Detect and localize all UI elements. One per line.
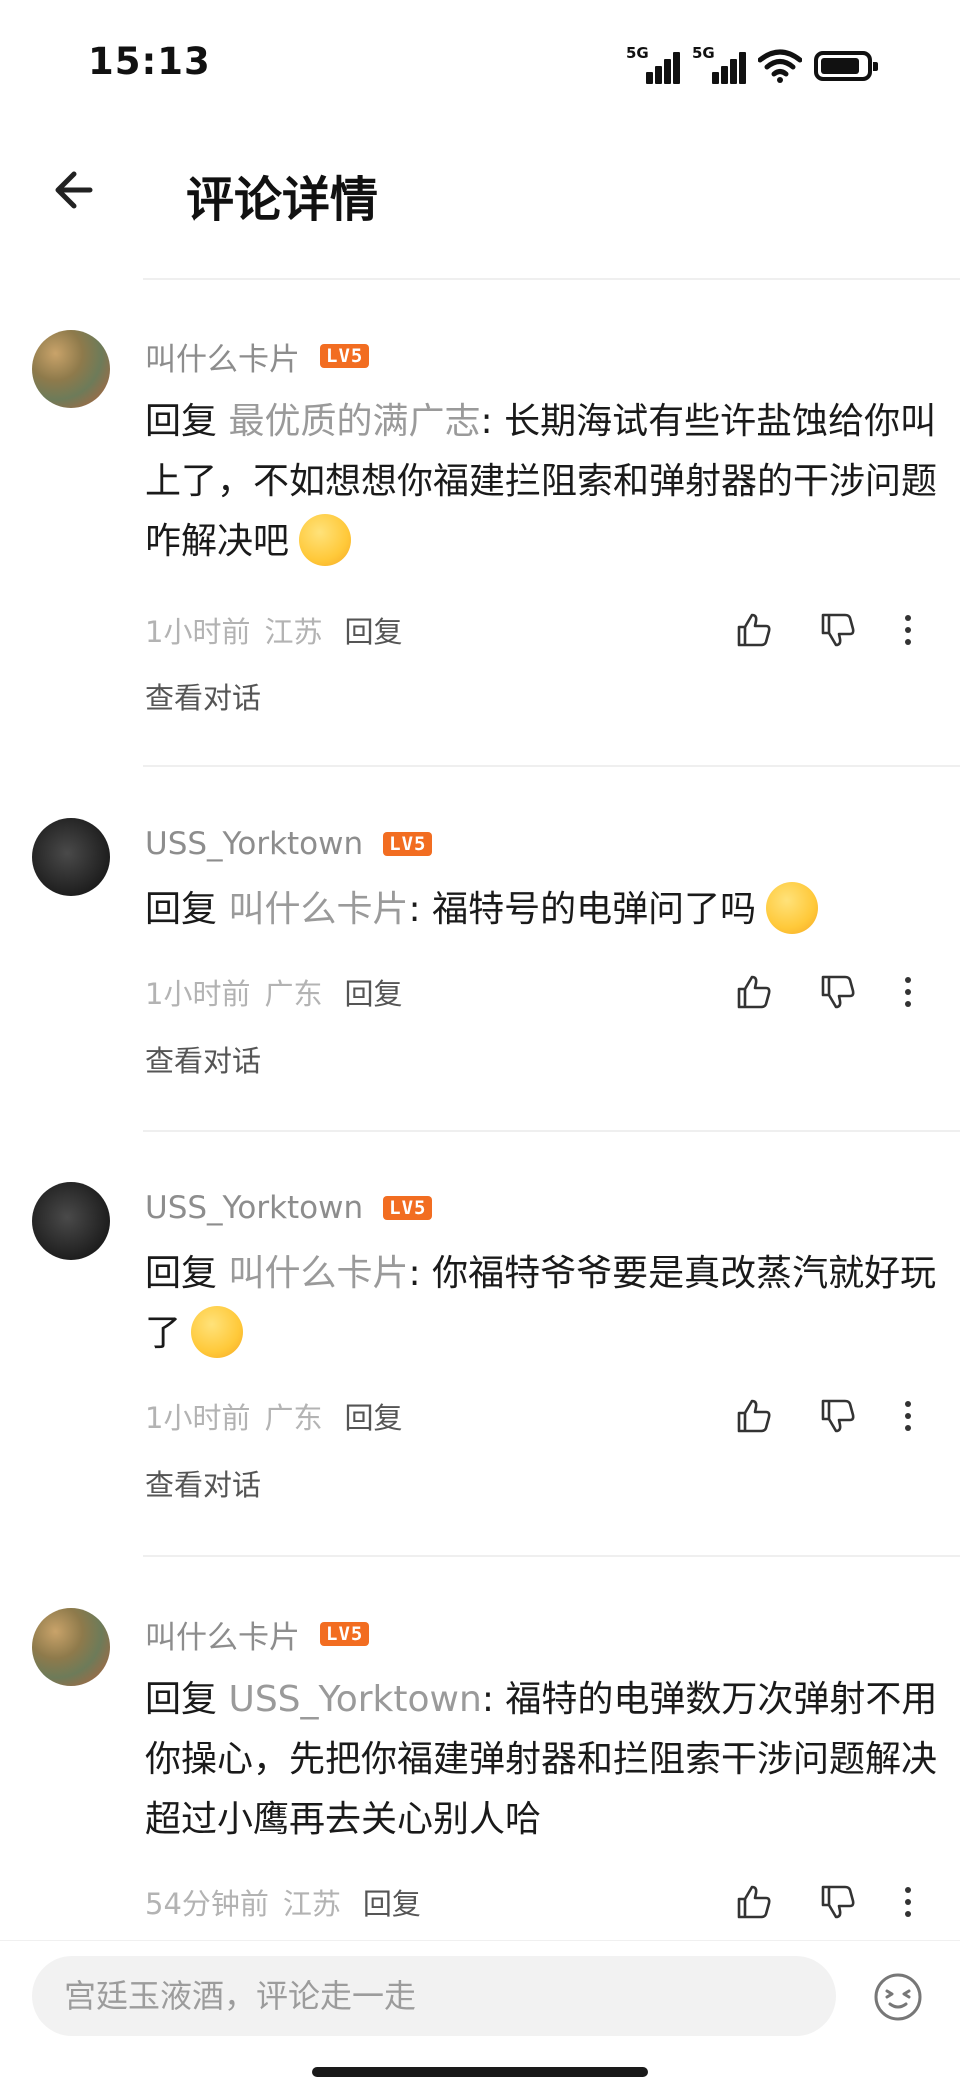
thumbs-down-icon[interactable] [818, 1396, 858, 1436]
comment-meta: 1小时前 广东 回复 [145, 968, 940, 1016]
comment-input[interactable]: 宫廷玉液酒，评论走一走 [32, 1956, 836, 2036]
thumbs-up-icon[interactable] [734, 1396, 774, 1436]
reply-button[interactable]: 回复 [363, 1881, 421, 1923]
reply-prefix: 回复 [145, 889, 218, 930]
status-time: 15:13 [88, 40, 211, 83]
level-badge: LV5 [383, 1196, 433, 1220]
signal-icon-2: 5G [692, 44, 746, 84]
comment-location: 江苏 [264, 615, 323, 649]
view-conversation-link[interactable]: 查看对话 [145, 1038, 261, 1080]
comment-text: 回复 最优质的满广志: 长期海试有些许盐蚀给你叫上了，不如想想你福建拦阻索和弹射… [145, 392, 940, 572]
laughing-face-emoji-icon [191, 1306, 244, 1358]
avatar[interactable] [32, 1608, 110, 1686]
header: 评论详情 [0, 130, 960, 280]
username[interactable]: USS_Yorktown [145, 826, 363, 862]
signal-icon-1: 5G [626, 44, 680, 84]
reply-prefix: 回复 [145, 1253, 218, 1294]
thumbs-up-icon[interactable] [734, 1882, 774, 1922]
thumbs-down-icon[interactable] [818, 1882, 858, 1922]
reply-prefix: 回复 [145, 401, 218, 442]
divider [143, 1555, 960, 1557]
avatar[interactable] [32, 1182, 110, 1260]
thumbs-down-icon[interactable] [818, 610, 858, 650]
more-options-icon[interactable] [902, 610, 914, 650]
more-options-icon[interactable] [902, 1396, 914, 1436]
reply-button[interactable]: 回复 [344, 1395, 402, 1437]
comment-location: 广东 [264, 977, 323, 1011]
comment-text: 回复 叫什么卡片: 你福特爷爷要是真改蒸汽就好玩了 [145, 1244, 940, 1364]
emoji-picker-icon[interactable] [872, 1971, 924, 2023]
reply-mention[interactable]: 叫什么卡片 [228, 1253, 408, 1294]
status-bar: 15:13 5G 5G [0, 0, 960, 130]
divider [143, 1130, 960, 1132]
comment-time: 1小时前 [145, 1401, 251, 1435]
comment-time: 54分钟前 [145, 1887, 269, 1921]
comment-text: 回复 叫什么卡片: 福特号的电弹问了吗 [145, 880, 940, 940]
username[interactable]: 叫什么卡片 [145, 1612, 300, 1657]
scared-face-emoji-icon [299, 514, 352, 566]
reply-button[interactable]: 回复 [344, 609, 402, 651]
view-conversation-link[interactable]: 查看对话 [145, 675, 261, 717]
comment-item: USS_Yorktown LV5 回复 叫什么卡片: 你福特爷爷要是真改蒸汽就好… [0, 1182, 960, 1562]
bottom-bar: 宫廷玉液酒，评论走一走 [0, 1940, 960, 2090]
comment-meta: 54分钟前 江苏 回复 [145, 1878, 940, 1926]
avatar[interactable] [32, 818, 110, 896]
comment-text: 回复 USS_Yorktown: 福特的电弹数万次弹射不用你操心，先把你福建弹射… [145, 1679, 938, 1840]
wifi-icon [758, 49, 802, 83]
comment-time: 1小时前 [145, 977, 251, 1011]
thumbs-up-icon[interactable] [734, 610, 774, 650]
more-options-icon[interactable] [902, 1882, 914, 1922]
comment-item: USS_Yorktown LV5 回复 叫什么卡片: 福特号的电弹问了吗 1小时… [0, 818, 960, 1138]
reply-prefix: 回复 [145, 1679, 218, 1720]
reply-button[interactable]: 回复 [344, 971, 402, 1013]
comment-location: 广东 [264, 1401, 323, 1435]
avatar[interactable] [32, 330, 110, 408]
home-indicator[interactable] [312, 2067, 648, 2077]
back-arrow-icon[interactable] [44, 162, 100, 218]
page-title: 评论详情 [186, 172, 379, 228]
status-icons: 5G 5G [626, 44, 878, 84]
reply-mention[interactable]: 最优质的满广志 [228, 401, 480, 442]
comment-time: 1小时前 [145, 615, 251, 649]
divider [143, 278, 960, 280]
divider [143, 765, 960, 767]
comment-item: 叫什么卡片 LV5 回复 USS_Yorktown: 福特的电弹数万次弹射不用你… [0, 1608, 960, 1938]
level-badge: LV5 [320, 344, 370, 368]
doge-emoji-icon [766, 882, 819, 934]
comment-location: 江苏 [282, 1887, 341, 1921]
battery-icon [814, 51, 878, 81]
reply-mention[interactable]: USS_Yorktown [228, 1679, 481, 1720]
thumbs-down-icon[interactable] [818, 972, 858, 1012]
level-badge: LV5 [320, 1622, 370, 1646]
username[interactable]: USS_Yorktown [145, 1190, 363, 1226]
comment-item: 叫什么卡片 LV5 回复 最优质的满广志: 长期海试有些许盐蚀给你叫上了，不如想… [0, 330, 960, 760]
reply-mention[interactable]: 叫什么卡片 [228, 889, 408, 930]
comment-meta: 1小时前 广东 回复 [145, 1392, 940, 1440]
comment-meta: 1小时前 江苏 回复 [145, 606, 940, 654]
username[interactable]: 叫什么卡片 [145, 334, 300, 379]
thumbs-up-icon[interactable] [734, 972, 774, 1012]
more-options-icon[interactable] [902, 972, 914, 1012]
level-badge: LV5 [383, 832, 433, 856]
comment-body: 福特号的电弹问了吗 [432, 889, 757, 930]
view-conversation-link[interactable]: 查看对话 [145, 1462, 261, 1504]
